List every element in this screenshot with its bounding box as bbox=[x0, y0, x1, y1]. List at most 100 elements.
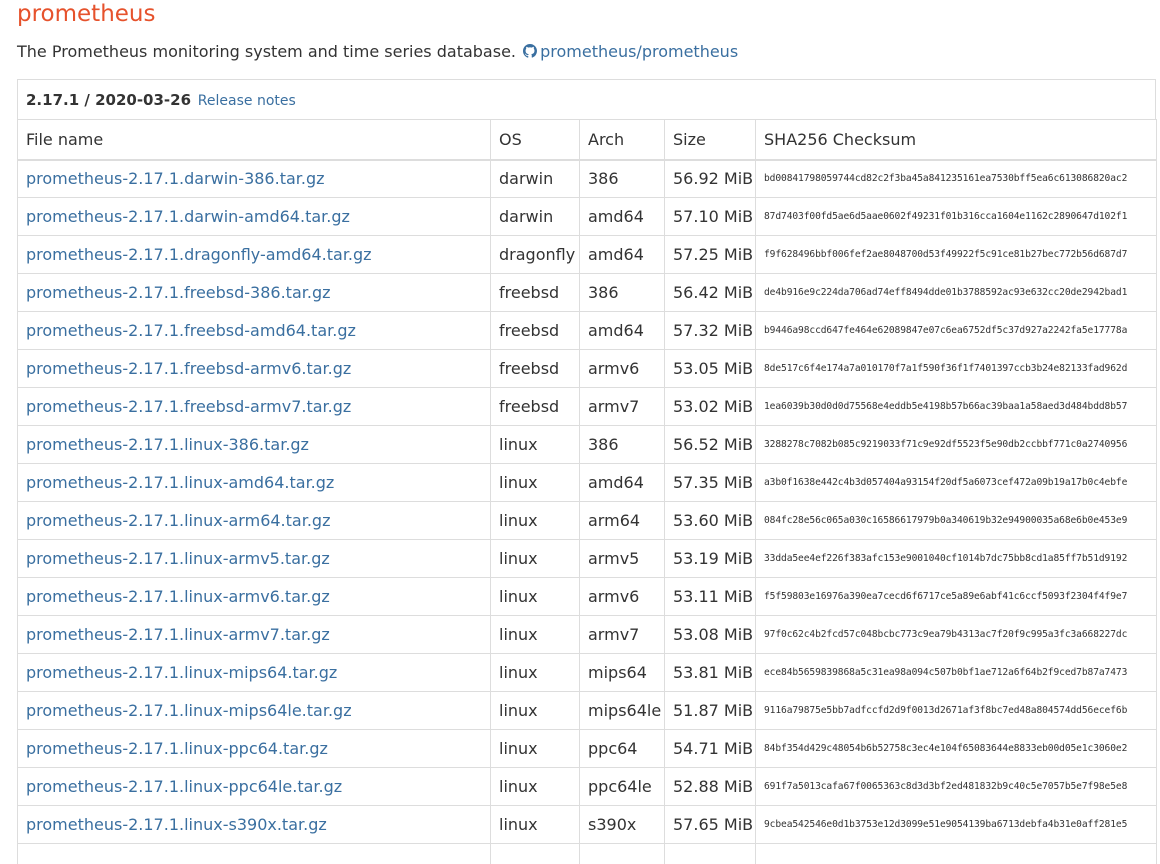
table-row: prometheus-2.17.1.linux-armv5.tar.gz linu… bbox=[17, 539, 1157, 578]
file-download-link[interactable]: prometheus-2.17.1.darwin-386.tar.gz bbox=[26, 169, 325, 188]
size-cell: 56.92 MiB bbox=[664, 159, 756, 198]
file-download-link[interactable]: prometheus-2.17.1.freebsd-386.tar.gz bbox=[26, 283, 331, 302]
file-name-cell: prometheus-2.17.1.linux-armv5.tar.gz bbox=[17, 539, 491, 578]
column-header-arch: Arch bbox=[579, 119, 665, 161]
file-download-link[interactable]: prometheus-2.17.1.darwin-amd64.tar.gz bbox=[26, 207, 350, 226]
file-name-cell: prometheus-2.17.1.linux-ppc64.tar.gz bbox=[17, 729, 491, 768]
repo-link[interactable]: prometheus/prometheus bbox=[521, 42, 738, 61]
checksum-cell: b9446a98ccd647fe464e62089847e07c6ea6752d… bbox=[755, 311, 1157, 350]
file-name-cell: prometheus-2.17.1.linux-mips64.tar.gz bbox=[17, 653, 491, 692]
file-download-link[interactable]: prometheus-2.17.1.dragonfly-amd64.tar.gz bbox=[26, 245, 372, 264]
checksum-cell: f9f628496bbf006fef2ae8048700d53f49922f5c… bbox=[755, 235, 1157, 274]
table-row: prometheus-2.17.1.linux-mips64le.tar.gz l… bbox=[17, 691, 1157, 730]
file-name-cell bbox=[17, 843, 491, 864]
table-row: prometheus-2.17.1.linux-amd64.tar.gz linu… bbox=[17, 463, 1157, 502]
checksum-cell: 1ea6039b30d0d0d75568e4eddb5e4198b57b66ac… bbox=[755, 387, 1157, 426]
file-download-link[interactable]: prometheus-2.17.1.linux-ppc64.tar.gz bbox=[26, 739, 328, 758]
size-cell: 57.35 MiB bbox=[664, 463, 756, 502]
table-row: prometheus-2.17.1.freebsd-armv6.tar.gz fr… bbox=[17, 349, 1157, 388]
os-cell: linux bbox=[490, 539, 580, 578]
arch-cell: armv6 bbox=[579, 349, 665, 388]
file-download-link[interactable]: prometheus-2.17.1.linux-ppc64le.tar.gz bbox=[26, 777, 342, 796]
size-cell: 52.88 MiB bbox=[664, 767, 756, 806]
arch-cell: amd64 bbox=[579, 311, 665, 350]
os-cell: linux bbox=[490, 805, 580, 844]
file-name-cell: prometheus-2.17.1.linux-arm64.tar.gz bbox=[17, 501, 491, 540]
size-cell: 54.71 MiB bbox=[664, 729, 756, 768]
os-cell: linux bbox=[490, 653, 580, 692]
release-notes-link[interactable]: Release notes bbox=[198, 93, 296, 109]
os-cell: freebsd bbox=[490, 273, 580, 312]
arch-cell: s390x bbox=[579, 805, 665, 844]
checksum-cell: bd00841798059744cd82c2f3ba45a841235161ea… bbox=[755, 159, 1157, 198]
file-download-link[interactable]: prometheus-2.17.1.linux-386.tar.gz bbox=[26, 435, 309, 454]
column-header-os: OS bbox=[490, 119, 580, 161]
file-download-link[interactable]: prometheus-2.17.1.linux-arm64.tar.gz bbox=[26, 511, 330, 530]
file-name-cell: prometheus-2.17.1.linux-386.tar.gz bbox=[17, 425, 491, 464]
file-name-cell: prometheus-2.17.1.linux-mips64le.tar.gz bbox=[17, 691, 491, 730]
file-name-cell: prometheus-2.17.1.linux-s390x.tar.gz bbox=[17, 805, 491, 844]
os-cell: dragonfly bbox=[490, 235, 580, 274]
file-download-link[interactable]: prometheus-2.17.1.linux-armv7.tar.gz bbox=[26, 625, 330, 644]
table-row: prometheus-2.17.1.linux-s390x.tar.gz linu… bbox=[17, 805, 1157, 844]
file-download-link[interactable]: prometheus-2.17.1.linux-armv5.tar.gz bbox=[26, 549, 330, 568]
checksum-cell: 9cbea542546e0d1b3753e12d3099e51e9054139b… bbox=[755, 805, 1157, 844]
size-cell: 53.81 MiB bbox=[664, 653, 756, 692]
file-name-cell: prometheus-2.17.1.linux-armv6.tar.gz bbox=[17, 577, 491, 616]
size-cell: 53.60 MiB bbox=[664, 501, 756, 540]
description-text: The Prometheus monitoring system and tim… bbox=[17, 42, 516, 61]
file-name-cell: prometheus-2.17.1.darwin-386.tar.gz bbox=[17, 159, 491, 198]
checksum-cell: 97f0c62c4b2fcd57c048bcbc773c9ea79b4313ac… bbox=[755, 615, 1157, 654]
checksum-cell: 084fc28e56c065a030c16586617979b0a340619b… bbox=[755, 501, 1157, 540]
size-cell: 57.32 MiB bbox=[664, 311, 756, 350]
os-cell: linux bbox=[490, 615, 580, 654]
file-name-cell: prometheus-2.17.1.freebsd-amd64.tar.gz bbox=[17, 311, 491, 350]
table-row: prometheus-2.17.1.dragonfly-amd64.tar.gz… bbox=[17, 235, 1157, 274]
table-row: prometheus-2.17.1.freebsd-amd64.tar.gz fr… bbox=[17, 311, 1157, 350]
table-row: prometheus-2.17.1.freebsd-386.tar.gz free… bbox=[17, 273, 1157, 312]
checksum-cell: 33dda5ee4ef226f383afc153e9001040cf1014b7… bbox=[755, 539, 1157, 578]
os-cell: linux bbox=[490, 501, 580, 540]
size-cell: 57.25 MiB bbox=[664, 235, 756, 274]
file-download-link[interactable]: prometheus-2.17.1.freebsd-armv7.tar.gz bbox=[26, 397, 351, 416]
table-row: prometheus-2.17.1.freebsd-armv7.tar.gz fr… bbox=[17, 387, 1157, 426]
checksum-cell: 8de517c6f4e174a7a010170f7a1f590f36f1f740… bbox=[755, 349, 1157, 388]
file-name-cell: prometheus-2.17.1.freebsd-armv7.tar.gz bbox=[17, 387, 491, 426]
size-cell: 53.08 MiB bbox=[664, 615, 756, 654]
checksum-cell bbox=[755, 843, 1157, 864]
file-download-link[interactable]: prometheus-2.17.1.freebsd-amd64.tar.gz bbox=[26, 321, 356, 340]
file-name-cell: prometheus-2.17.1.dragonfly-amd64.tar.gz bbox=[17, 235, 491, 274]
size-cell: 53.05 MiB bbox=[664, 349, 756, 388]
file-download-link[interactable]: prometheus-2.17.1.linux-amd64.tar.gz bbox=[26, 473, 334, 492]
file-download-link[interactable]: prometheus-2.17.1.linux-mips64.tar.gz bbox=[26, 663, 337, 682]
arch-cell: armv6 bbox=[579, 577, 665, 616]
arch-cell: amd64 bbox=[579, 235, 665, 274]
checksum-cell: 691f7a5013cafa67f0065363c8d3d3bf2ed48183… bbox=[755, 767, 1157, 806]
os-cell: freebsd bbox=[490, 349, 580, 388]
size-cell: 53.02 MiB bbox=[664, 387, 756, 426]
os-cell: linux bbox=[490, 577, 580, 616]
table-row bbox=[17, 843, 1157, 864]
column-header-checksum: SHA256 Checksum bbox=[755, 119, 1157, 161]
column-header-size: Size bbox=[664, 119, 756, 161]
arch-cell: ppc64le bbox=[579, 767, 665, 806]
arch-cell: 386 bbox=[579, 273, 665, 312]
checksum-cell: de4b916e9c224da706ad74eff8494dde01b37885… bbox=[755, 273, 1157, 312]
arch-cell: armv7 bbox=[579, 387, 665, 426]
arch-cell: arm64 bbox=[579, 501, 665, 540]
file-name-cell: prometheus-2.17.1.linux-amd64.tar.gz bbox=[17, 463, 491, 502]
repo-link-label: prometheus/prometheus bbox=[540, 42, 739, 61]
arch-cell bbox=[579, 843, 665, 864]
arch-cell: 386 bbox=[579, 425, 665, 464]
table-row: prometheus-2.17.1.linux-ppc64le.tar.gz li… bbox=[17, 767, 1157, 806]
checksum-cell: f5f59803e16976a390ea7cecd6f6717ce5a89e6a… bbox=[755, 577, 1157, 616]
os-cell: freebsd bbox=[490, 387, 580, 426]
file-download-link[interactable]: prometheus-2.17.1.freebsd-armv6.tar.gz bbox=[26, 359, 351, 378]
file-download-link[interactable]: prometheus-2.17.1.linux-armv6.tar.gz bbox=[26, 587, 330, 606]
file-download-link[interactable]: prometheus-2.17.1.linux-s390x.tar.gz bbox=[26, 815, 327, 834]
table-row: prometheus-2.17.1.linux-ppc64.tar.gz linu… bbox=[17, 729, 1157, 768]
os-cell: darwin bbox=[490, 197, 580, 236]
file-download-link[interactable]: prometheus-2.17.1.linux-mips64le.tar.gz bbox=[26, 701, 352, 720]
arch-cell: 386 bbox=[579, 159, 665, 198]
size-cell: 51.87 MiB bbox=[664, 691, 756, 730]
